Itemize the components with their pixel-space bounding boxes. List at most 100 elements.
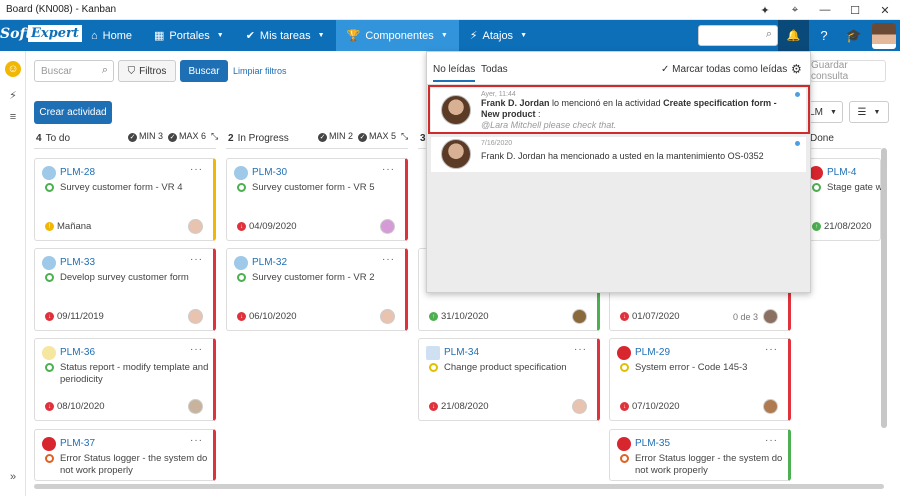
avatar[interactable]	[572, 399, 587, 414]
form-icon	[42, 256, 56, 270]
avatar[interactable]	[188, 399, 203, 414]
tab-unread[interactable]: No leídas	[433, 64, 476, 82]
collapse-icon[interactable]: ⤡	[401, 131, 408, 142]
maximize-icon[interactable]: ☐	[840, 0, 870, 20]
nav-componentes[interactable]: 🏆 Componentes ▼	[335, 20, 459, 51]
face-icon[interactable]: ☺	[5, 61, 21, 77]
form-icon	[234, 256, 248, 270]
minimize-icon[interactable]: —	[810, 0, 840, 20]
kanban-card[interactable]: PLM-34 ··· Change product specification …	[418, 338, 600, 421]
left-sidebar: ☺ ⚡ ≡ »	[0, 51, 26, 496]
more-icon[interactable]: ···	[190, 164, 203, 175]
nav-portales[interactable]: ▦ Portales ▼	[143, 20, 235, 51]
error-icon	[617, 437, 631, 451]
more-icon[interactable]: ···	[574, 344, 587, 355]
expand-icon[interactable]: »	[5, 469, 21, 485]
avatar[interactable]	[380, 309, 395, 324]
arrow-up-icon: ↑	[812, 222, 821, 231]
list-view-button[interactable]: ☰ ▼	[849, 101, 889, 123]
status-icon	[620, 363, 629, 372]
search-icon: ⌕	[765, 28, 772, 40]
avatar	[441, 139, 471, 169]
more-icon[interactable]: ···	[190, 435, 203, 446]
close-icon[interactable]: ✕	[870, 0, 900, 20]
avatar[interactable]	[763, 309, 778, 324]
home-icon: ⌂	[91, 29, 98, 42]
notification-item[interactable]: 7/16/2020 Frank D. Jordan ha mencionado …	[431, 137, 806, 172]
column-header-done: Done	[810, 132, 834, 144]
user-avatar[interactable]	[872, 23, 896, 49]
create-activity-button[interactable]: Crear actividad	[34, 101, 112, 124]
filter-icon[interactable]: ≡	[5, 109, 21, 125]
avatar[interactable]	[572, 309, 587, 324]
form-icon	[42, 166, 56, 180]
more-icon[interactable]: ···	[382, 164, 395, 175]
form-icon	[234, 166, 248, 180]
warning-icon: !	[45, 222, 54, 231]
status-icon	[45, 183, 54, 192]
nav-search-input[interactable]: ⌕	[698, 25, 778, 46]
status-icon	[812, 183, 821, 192]
more-icon[interactable]: ···	[190, 254, 203, 265]
avatar[interactable]	[188, 219, 203, 234]
vertical-scrollbar[interactable]	[881, 148, 887, 428]
more-icon[interactable]: ···	[382, 254, 395, 265]
search-button[interactable]: Buscar	[180, 60, 228, 82]
status-icon	[45, 273, 54, 282]
arrow-down-icon: ↓	[45, 402, 54, 411]
mark-all-read-button[interactable]: ✓ Marcar todas como leídas	[661, 64, 787, 75]
avatar[interactable]	[380, 219, 395, 234]
subtask-count: 0 de 3	[732, 312, 758, 322]
pin-icon[interactable]: ⌖	[780, 0, 810, 20]
filters-button[interactable]: ⛉ Filtros	[118, 60, 176, 82]
kanban-card[interactable]: PLM-33 ··· Develop survey customer form …	[34, 248, 216, 331]
notifications-button[interactable]: 🔔	[778, 20, 809, 51]
help-icon[interactable]: ?	[810, 20, 838, 51]
kanban-card[interactable]: PLM-35 ··· Error Status logger - the sys…	[609, 429, 791, 481]
gear-icon[interactable]: ⚙	[791, 62, 802, 76]
nav-mis-tareas[interactable]: ✔ Mis tareas ▼	[235, 20, 336, 51]
kanban-card[interactable]: PLM-37 ··· Error Status logger - the sys…	[34, 429, 216, 481]
bell-icon: 🔔	[786, 30, 801, 42]
status-icon	[429, 363, 438, 372]
arrow-up-icon: ↑	[429, 312, 438, 321]
highlight-box	[428, 85, 810, 134]
list-icon: ☰	[857, 106, 867, 118]
arrow-down-icon: ↓	[237, 222, 246, 231]
bolt-icon: ⚡	[469, 30, 478, 42]
search-input[interactable]: Buscar ⌕	[34, 60, 114, 82]
status-icon	[45, 363, 54, 372]
nav-atajos[interactable]: ⚡ Atajos ▼	[459, 20, 538, 51]
kanban-card[interactable]: PLM-28 ··· Survey customer form - VR 4 !…	[34, 158, 216, 241]
column-header-inprogress: 2 In Progress	[228, 132, 289, 144]
notifications-header: No leídas Todas ✓ Marcar todas como leíd…	[427, 52, 810, 85]
more-icon[interactable]: ···	[765, 344, 778, 355]
arrow-down-icon: ↓	[45, 312, 54, 321]
error-icon	[617, 346, 631, 360]
check-icon: ✔	[245, 30, 255, 42]
clear-filters-link[interactable]: Limpiar filtros	[233, 66, 287, 76]
logo[interactable]: Soft Expert	[0, 20, 82, 51]
kanban-card[interactable]: PLM-29 ··· System error - Code 145-3 ↓ 07…	[609, 338, 791, 421]
kanban-card[interactable]: PLM-30 ··· Survey customer form - VR 5 ↓…	[226, 158, 408, 241]
kanban-card[interactable]: PLM-4 Stage gate wor ↑21/08/2020	[801, 158, 882, 241]
status-icon	[45, 454, 54, 463]
unread-dot	[795, 141, 800, 146]
horizontal-scrollbar[interactable]	[34, 484, 884, 489]
more-icon[interactable]: ···	[765, 435, 778, 446]
avatar[interactable]	[763, 399, 778, 414]
bolt-icon[interactable]: ⚡	[5, 87, 21, 103]
collapse-icon[interactable]: ⤡	[211, 131, 218, 142]
graduation-cap-icon[interactable]: 🎓	[840, 20, 868, 51]
tab-all[interactable]: Todas	[481, 64, 508, 75]
kanban-card[interactable]: PLM-32 ··· Survey customer form - VR 2 ↓…	[226, 248, 408, 331]
window-title: Board (KN008) - Kanban	[6, 4, 117, 15]
more-icon[interactable]: ···	[190, 344, 203, 355]
filter-icon: ⛉	[127, 65, 136, 77]
puzzle-icon[interactable]: ✦	[750, 0, 780, 20]
error-icon	[809, 166, 823, 180]
kanban-card[interactable]: PLM-36 ··· Status report - modify templa…	[34, 338, 216, 421]
save-query-button[interactable]: Guardar consulta	[810, 60, 886, 82]
avatar[interactable]	[188, 309, 203, 324]
nav-home[interactable]: ⌂ Home	[80, 20, 143, 51]
